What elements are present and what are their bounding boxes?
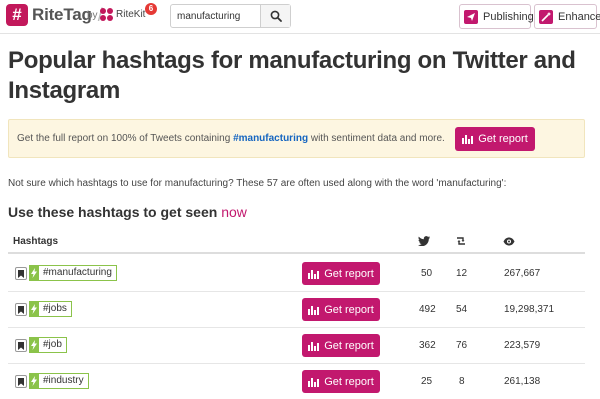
table-row: #jobs Get report 492 54 19,298,371 — [8, 292, 585, 328]
section-heading-main: Use these hashtags to get seen — [8, 204, 222, 220]
bookmark-icon[interactable] — [15, 303, 27, 316]
lightning-icon — [29, 373, 39, 389]
search-button[interactable] — [260, 5, 290, 27]
tweets-count: 25 — [421, 376, 433, 387]
logo-text: RiteTag — [32, 5, 92, 24]
top-nav: # RiteTag / by RiteKit 6 Publishing Enha… — [0, 0, 600, 34]
banner-text: Get the full report on 100% of Tweets co… — [17, 133, 445, 144]
views-count: 261,138 — [504, 376, 541, 387]
get-report-button[interactable]: Get report — [302, 334, 380, 357]
bar-chart-icon — [308, 305, 320, 315]
section-heading: Use these hashtags to get seen now — [8, 204, 247, 220]
search-icon — [270, 10, 282, 22]
table-row: #job Get report 362 76 223,579 — [8, 328, 585, 364]
bookmark-icon[interactable] — [15, 339, 27, 352]
ritekit-flower-icon — [100, 8, 113, 21]
views-count: 267,667 — [504, 268, 541, 279]
banner-hashtag-link[interactable]: #manufacturing — [233, 133, 308, 144]
tweets-count: 492 — [419, 304, 436, 315]
hashtag-label[interactable]: #job — [39, 337, 67, 353]
hashtag-label[interactable]: #manufacturing — [39, 265, 117, 281]
tweets-count: 50 — [421, 268, 433, 279]
by-label: by — [87, 10, 98, 21]
magic-wand-icon — [539, 9, 553, 24]
banner-get-report-button[interactable]: Get report — [455, 127, 535, 151]
bar-chart-icon — [308, 377, 320, 387]
lightning-icon — [29, 337, 39, 353]
get-report-label: Get report — [324, 303, 374, 316]
publishing-button[interactable]: Publishing — [459, 4, 534, 29]
banner-text-after: with sentiment data and more. — [308, 133, 445, 144]
hashtag-logo-icon: # — [6, 4, 28, 26]
bookmark-icon[interactable] — [15, 375, 27, 388]
banner-text-before: Get the full report on 100% of Tweets co… — [17, 133, 234, 144]
search-input[interactable] — [171, 5, 261, 27]
twitter-icon — [418, 235, 430, 247]
get-report-button[interactable]: Get report — [302, 262, 380, 285]
tweets-count: 362 — [419, 340, 436, 351]
get-report-label: Get report — [324, 339, 374, 352]
full-report-banner: Get the full report on 100% of Tweets co… — [8, 119, 585, 158]
enhance-label: Enhance — [558, 10, 600, 23]
hashtag-label[interactable]: #industry — [39, 373, 89, 389]
bar-chart-icon — [308, 341, 320, 351]
table-header: Hashtags — [8, 230, 585, 254]
banner-get-report-label: Get report — [478, 133, 528, 145]
retweets-count: 54 — [456, 304, 468, 315]
bookmark-icon[interactable] — [15, 267, 27, 280]
lightning-icon — [29, 301, 39, 317]
get-report-label: Get report — [324, 375, 374, 388]
hashtag-label[interactable]: #jobs — [39, 301, 72, 317]
enhance-button[interactable]: Enhance — [534, 4, 600, 29]
section-heading-accent: now — [221, 204, 247, 220]
retweets-count: 12 — [456, 268, 468, 279]
retweets-count: 8 — [459, 376, 465, 387]
get-report-button[interactable]: Get report — [302, 298, 380, 321]
bar-chart-icon — [462, 134, 474, 144]
bar-chart-icon — [308, 269, 320, 279]
lightning-icon — [29, 265, 39, 281]
retweet-icon — [455, 235, 467, 247]
ritekit-text: RiteKit — [116, 9, 146, 20]
table-row: #manufacturing Get report 50 12 267,667 — [8, 256, 585, 292]
publishing-label: Publishing — [483, 10, 534, 23]
views-count: 223,579 — [504, 340, 541, 351]
ritekit-logo[interactable]: RiteKit — [100, 8, 145, 21]
get-report-label: Get report — [324, 267, 374, 280]
views-count: 19,298,371 — [504, 304, 555, 315]
notification-badge[interactable]: 6 — [145, 3, 157, 15]
search-box — [170, 4, 291, 28]
table-row: #industry Get report 25 8 261,138 — [8, 364, 585, 399]
get-report-button[interactable]: Get report — [302, 370, 380, 393]
retweets-count: 76 — [456, 340, 468, 351]
intro-text: Not sure which hashtags to use for manuf… — [8, 178, 507, 189]
eye-icon — [503, 235, 515, 247]
page-title: Popular hashtags for manufacturing on Tw… — [8, 47, 576, 104]
column-header-hashtags: Hashtags — [13, 236, 59, 247]
publish-icon — [464, 9, 478, 24]
